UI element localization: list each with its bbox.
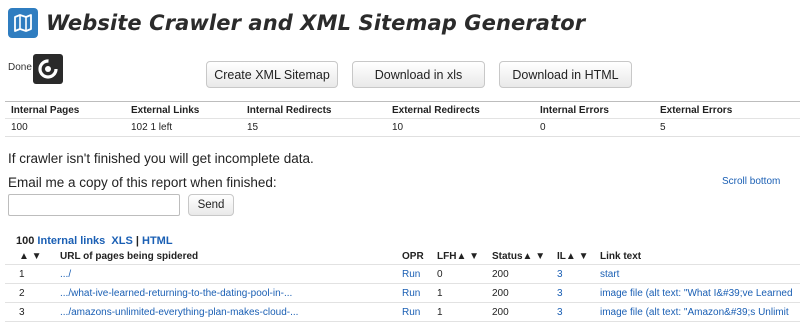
row-lfh: 0 — [437, 269, 443, 280]
header-external-errors: External Errors — [660, 105, 733, 116]
header-internal-redirects: Internal Redirects — [247, 105, 332, 116]
row-url-link[interactable]: .../what-ive-learned-returning-to-the-da… — [60, 288, 292, 299]
row-il-link[interactable]: 3 — [557, 269, 563, 280]
header-opr: OPR — [402, 251, 424, 262]
summary-values-row: 100 102 1 left 15 10 0 5 — [5, 119, 800, 136]
send-button[interactable]: Send — [188, 194, 234, 216]
summary-header-row: Internal Pages External Links Internal R… — [5, 102, 800, 119]
pages-table: ▲ ▼ URL of pages being spidered OPR LFH▲… — [5, 248, 800, 322]
table-row: 2 .../what-ive-learned-returning-to-the-… — [5, 284, 800, 303]
email-label: Email me a copy of this report when fini… — [8, 175, 277, 190]
table-row: 1 .../ Run 0 200 3 start — [5, 265, 800, 284]
header-internal-pages: Internal Pages — [11, 105, 80, 116]
row-url-link[interactable]: .../amazons-unlimited-everything-plan-ma… — [60, 307, 298, 318]
create-sitemap-button[interactable]: Create XML Sitemap — [206, 61, 338, 88]
header-external-links: External Links — [131, 105, 200, 116]
value-internal-errors: 0 — [540, 122, 546, 133]
value-external-links: 102 1 left — [131, 122, 173, 133]
email-field[interactable] — [8, 194, 180, 216]
page-title: Website Crawler and XML Sitemap Generato… — [46, 11, 586, 35]
status-label: Done — [8, 62, 32, 73]
value-internal-redirects: 15 — [247, 122, 259, 133]
row-link-text[interactable]: image file (alt text: "What I&#39;ve Lea… — [600, 288, 793, 299]
row-status: 200 — [492, 307, 509, 318]
value-external-redirects: 10 — [392, 122, 404, 133]
spinner-icon — [32, 54, 63, 84]
row-number: 2 — [19, 288, 25, 299]
header-lfh[interactable]: LFH▲ ▼ — [437, 251, 479, 262]
table-header-row: ▲ ▼ URL of pages being spidered OPR LFH▲… — [5, 248, 800, 265]
row-run-link[interactable]: Run — [402, 269, 420, 280]
internal-links-count: 100 — [16, 235, 35, 247]
table-row: 3 .../amazons-unlimited-everything-plan-… — [5, 303, 800, 322]
header-link-text: Link text — [600, 251, 642, 262]
header-il[interactable]: IL▲ ▼ — [557, 251, 588, 262]
header-status[interactable]: Status▲ ▼ — [492, 251, 545, 262]
internal-links-link[interactable]: Internal links — [37, 235, 105, 247]
html-link[interactable]: HTML — [142, 235, 173, 247]
download-html-button[interactable]: Download in HTML — [499, 61, 632, 88]
row-run-link[interactable]: Run — [402, 307, 420, 318]
value-external-errors: 5 — [660, 122, 666, 133]
value-internal-pages: 100 — [11, 122, 28, 133]
incomplete-data-notice: If crawler isn't finished you will get i… — [8, 151, 314, 166]
xls-link[interactable]: XLS — [111, 235, 132, 247]
row-lfh: 1 — [437, 288, 443, 299]
row-il-link[interactable]: 3 — [557, 307, 563, 318]
links-bar: 100 Internal links XLS | HTML — [16, 235, 173, 247]
header-external-redirects: External Redirects — [392, 105, 480, 116]
header-internal-errors: Internal Errors — [540, 105, 609, 116]
download-xls-button[interactable]: Download in xls — [352, 61, 485, 88]
row-lfh: 1 — [437, 307, 443, 318]
row-run-link[interactable]: Run — [402, 288, 420, 299]
row-link-text[interactable]: image file (alt text: "Amazon&#39;s Unli… — [600, 307, 789, 318]
row-il-link[interactable]: 3 — [557, 288, 563, 299]
header-url: URL of pages being spidered — [60, 251, 199, 262]
row-number: 1 — [19, 269, 25, 280]
summary-table: Internal Pages External Links Internal R… — [5, 101, 800, 137]
row-link-text[interactable]: start — [600, 269, 619, 280]
app-header: Website Crawler and XML Sitemap Generato… — [8, 6, 585, 40]
map-icon — [8, 8, 38, 38]
row-url-link[interactable]: .../ — [60, 269, 71, 280]
crawl-status: Done — [8, 54, 63, 84]
scroll-bottom-link[interactable]: Scroll bottom — [722, 176, 780, 187]
row-status: 200 — [492, 269, 509, 280]
sort-arrows-num[interactable]: ▲ ▼ — [19, 251, 42, 262]
links-separator: | — [135, 235, 139, 247]
row-number: 3 — [19, 307, 25, 318]
row-status: 200 — [492, 288, 509, 299]
